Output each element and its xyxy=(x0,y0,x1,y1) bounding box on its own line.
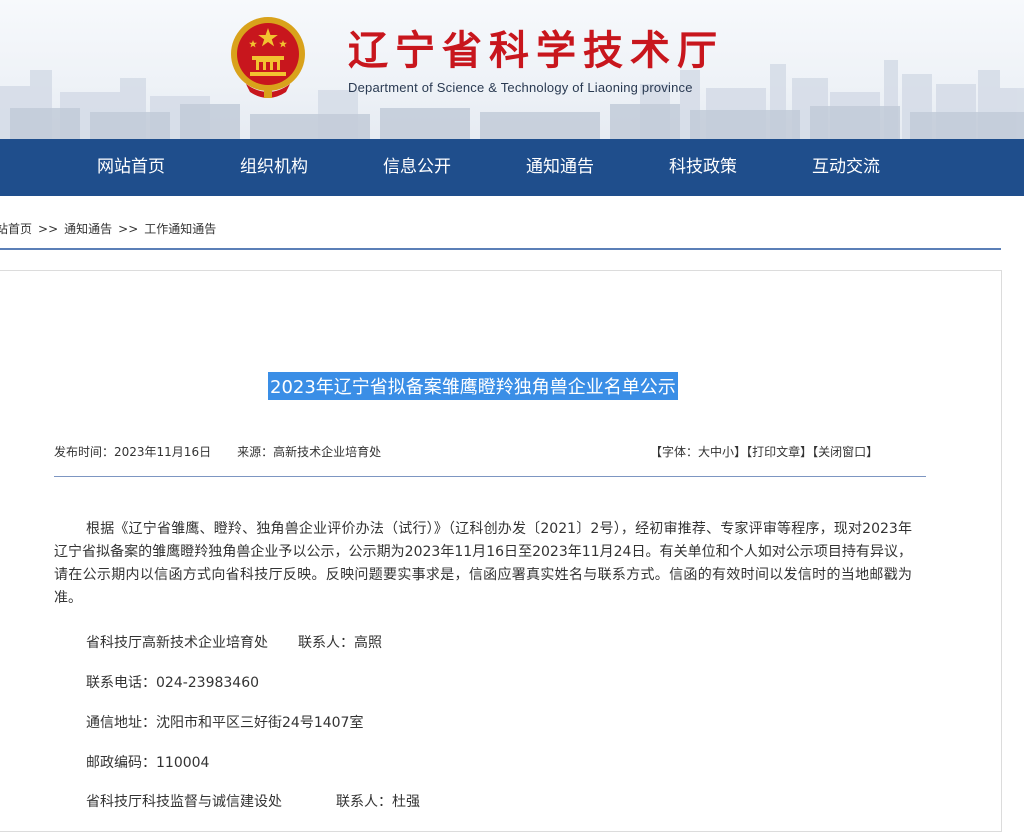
contact2-person: 联系人：杜强 xyxy=(336,794,420,810)
publish-time: 发布时间：2023年11月16日 xyxy=(54,445,212,459)
nav-item-notices[interactable]: 通知通告 xyxy=(500,139,620,196)
contact2-department: 省科技厅科技监督与诚信建设处 xyxy=(86,794,282,810)
contact-line-1: 省科技厅高新技术企业培育处 联系人：高照 xyxy=(86,632,382,652)
contact-postcode: 邮政编码：110004 xyxy=(86,755,210,771)
article-source: 来源：高新技术企业培育处 xyxy=(237,445,382,459)
nav-item-home[interactable]: 网站首页 xyxy=(71,139,191,196)
breadcrumb-home-link[interactable]: 站首页 xyxy=(0,222,32,236)
nav-item-policy[interactable]: 科技政策 xyxy=(643,139,763,196)
site-header: 辽宁省科学技术厅 Department of Science & Technol… xyxy=(0,0,1024,139)
nav-item-interaction[interactable]: 互动交流 xyxy=(786,139,906,196)
breadcrumb: 站首页 >> 通知通告 >> 工作通知通告 xyxy=(0,220,222,237)
site-title: 辽宁省科学技术厅 xyxy=(348,28,724,74)
breadcrumb-divider xyxy=(0,248,1001,250)
nav-item-organization[interactable]: 组织机构 xyxy=(214,139,334,196)
contact1-person: 联系人：高照 xyxy=(298,635,382,651)
font-size-small-link[interactable]: 小 xyxy=(722,445,734,459)
article-title: 2023年辽宁省拟备案雏鹰瞪羚独角兽企业名单公示 xyxy=(268,372,678,400)
contact-address: 通信地址：沈阳市和平区三好街24号1407室 xyxy=(86,715,364,731)
national-emblem-icon xyxy=(231,17,305,98)
contact-phone: 联系电话：024-23983460 xyxy=(86,675,260,691)
article-tools: 【字体：大中小】【打印文章】【关闭窗口】 xyxy=(650,443,878,460)
breadcrumb-notices-link[interactable]: 通知通告 xyxy=(64,222,112,236)
font-size-prefix: 【字体： xyxy=(650,445,699,459)
contact-line-2: 省科技厅科技监督与诚信建设处 联系人：杜强 xyxy=(86,791,420,811)
font-size-suffix: 】 xyxy=(734,445,747,459)
contact1-department: 省科技厅高新技术企业培育处 xyxy=(86,635,268,651)
meta-divider xyxy=(54,476,926,477)
site-subtitle: Department of Science & Technology of Li… xyxy=(348,80,693,95)
font-size-large-link[interactable]: 大 xyxy=(698,445,710,459)
main-nav: 网站首页 组织机构 信息公开 通知通告 科技政策 互动交流 xyxy=(0,139,1024,196)
nav-item-info-disclosure[interactable]: 信息公开 xyxy=(357,139,477,196)
close-window-link[interactable]: 【关闭窗口】 xyxy=(812,445,878,459)
breadcrumb-work-notices-link[interactable]: 工作通知通告 xyxy=(144,222,216,236)
breadcrumb-separator: >> xyxy=(38,222,59,236)
article-body-paragraph: 根据《辽宁省雏鹰、瞪羚、独角兽企业评价办法（试行）》（辽科创办发〔2021〕2号… xyxy=(54,521,912,606)
article-meta: 发布时间：2023年11月16日 来源：高新技术企业培育处 xyxy=(54,443,407,460)
breadcrumb-separator: >> xyxy=(118,222,139,236)
font-size-medium-link[interactable]: 中 xyxy=(710,445,722,459)
print-article-link[interactable]: 【打印文章】 xyxy=(746,445,812,459)
